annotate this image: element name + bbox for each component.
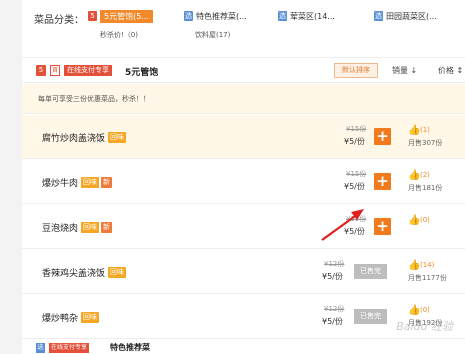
category-badge: 选 xyxy=(278,11,287,21)
category-label: 菜品分类： xyxy=(34,15,84,26)
original-price: ¥15份 xyxy=(346,215,367,223)
hui-tag: 回味 xyxy=(81,312,100,323)
category-item-drinks[interactable]: 饮料屋(17) xyxy=(195,30,230,40)
dish-name[interactable]: 香辣鸡尖盖浇饭 xyxy=(42,266,105,279)
category-item-special[interactable]: 选 特色推荐菜(... xyxy=(184,9,247,23)
like-count: (1) xyxy=(420,126,430,134)
section-title: 5元管饱 xyxy=(125,68,159,78)
dish-name[interactable]: 爆炒鸭杂 xyxy=(42,311,78,324)
original-price: ¥12份 xyxy=(324,305,345,313)
menu-page: 菜品分类： 5 5元管饱(5... 秒杀价!（0) 选 特色推荐菜(... 饮料… xyxy=(22,0,465,354)
sort-price-label: 价格 xyxy=(438,66,454,75)
category-item-label: 特色推荐菜(... xyxy=(196,11,247,21)
price: ¥5/份 xyxy=(344,227,365,236)
promo-notice-text: 每单可享受三份优惠菜品，秒杀！！ xyxy=(38,95,150,103)
original-price: ¥15份 xyxy=(346,125,367,133)
sort-arrow-icon: ↕ xyxy=(456,66,464,75)
category-badge: 选 xyxy=(374,11,383,21)
thumbs-up-icon: 👍 xyxy=(408,215,421,226)
add-to-cart-button[interactable]: + xyxy=(374,173,391,190)
category-item-label: 荤菜区(14... xyxy=(290,11,335,21)
new-tag: 新 xyxy=(101,177,113,188)
thumbs-up-icon: 👍 xyxy=(408,305,421,316)
hui-tag: 回味 xyxy=(81,222,100,233)
add-to-cart-button[interactable]: + xyxy=(374,218,391,235)
like-count: (0) xyxy=(420,306,430,314)
dish-row: 腐竹炒肉盖浇饭 回味 ¥15份 ¥5/份 + 👍 (1) 月售307份 xyxy=(22,115,465,159)
like-count: (2) xyxy=(420,171,430,179)
monthly-sales: 月售1177份 xyxy=(408,274,447,282)
section-badge: 选 xyxy=(36,343,45,353)
section-first-tag: 首 xyxy=(50,65,60,76)
section-title: 特色推荐菜 xyxy=(110,343,150,352)
category-badge: 5 xyxy=(88,11,97,21)
sort-arrow-icon: ↓ xyxy=(410,66,418,75)
price: ¥5/份 xyxy=(322,317,343,326)
category-item-5yuan[interactable]: 5 5元管饱(5... xyxy=(88,9,153,23)
price: ¥5/份 xyxy=(344,137,365,146)
category-item-meat[interactable]: 选 荤菜区(14... xyxy=(278,9,335,23)
monthly-sales: 月售181份 xyxy=(408,184,443,192)
online-pay-tag: 在线支付专享 xyxy=(49,343,90,353)
promo-notice: 每单可享受三份优惠菜品，秒杀！！ xyxy=(22,84,465,114)
dish-name-group: 豆泡烧肉 回味 新 xyxy=(42,221,113,234)
sort-default-button[interactable]: 默认排序 xyxy=(334,63,378,78)
section-header: 5 首 在线支付专享 5元管饱 默认排序 销量 ↓ 价格 ↕ xyxy=(22,57,465,83)
category-bar: 菜品分类： 5 5元管饱(5... 秒杀价!（0) 选 特色推荐菜(... 饮料… xyxy=(22,0,465,48)
watermark: Baidu 经验 xyxy=(396,320,453,333)
category-badge: 选 xyxy=(184,11,193,21)
sort-price-button[interactable]: 价格 ↕ xyxy=(438,65,463,76)
original-price: ¥15份 xyxy=(346,170,367,178)
thumbs-up-icon: 👍 xyxy=(408,125,421,136)
like-count: (14) xyxy=(420,261,435,269)
thumbs-up-icon: 👍 xyxy=(408,170,421,181)
dish-row: 爆炒牛肉 回味 新 ¥15份 ¥5/份 + 👍 (2) 月售181份 xyxy=(22,160,465,204)
hui-tag: 回味 xyxy=(108,132,127,143)
next-section-header: 选 在线支付专享 特色推荐菜 xyxy=(22,338,465,354)
thumbs-up-icon: 👍 xyxy=(408,260,421,271)
category-item-label: 田园蔬菜区(... xyxy=(386,11,437,21)
dish-name[interactable]: 爆炒牛肉 xyxy=(42,176,78,189)
section-badge: 5 xyxy=(36,65,46,76)
sold-out-button: 已售完 xyxy=(354,309,387,324)
dish-row: 香辣鸡尖盖浇饭 回味 ¥12份 ¥5/份 已售完 👍 (14) 月售1177份 xyxy=(22,250,465,294)
price: ¥5/份 xyxy=(344,182,365,191)
category-item-veg[interactable]: 选 田园蔬菜区(... xyxy=(374,9,437,23)
sort-sales-button[interactable]: 销量 ↓ xyxy=(392,65,417,76)
add-to-cart-button[interactable]: + xyxy=(374,128,391,145)
dish-row: 豆泡烧肉 回味 新 ¥15份 ¥5/份 + 👍 (0) xyxy=(22,205,465,249)
dish-name-group: 腐竹炒肉盖浇饭 回味 xyxy=(42,131,127,144)
hui-tag: 回味 xyxy=(108,267,127,278)
category-item-seckill[interactable]: 秒杀价!（0) xyxy=(100,30,138,40)
original-price: ¥12份 xyxy=(324,260,345,268)
price: ¥5/份 xyxy=(322,272,343,281)
dish-name[interactable]: 腐竹炒肉盖浇饭 xyxy=(42,131,105,144)
sort-sales-label: 销量 xyxy=(392,66,408,75)
dish-name-group: 爆炒牛肉 回味 新 xyxy=(42,176,113,189)
dish-name[interactable]: 豆泡烧肉 xyxy=(42,221,78,234)
category-item-label: 5元管饱(5... xyxy=(100,9,153,23)
dish-name-group: 香辣鸡尖盖浇饭 回味 xyxy=(42,266,127,279)
new-tag: 新 xyxy=(101,222,113,233)
sold-out-button: 已售完 xyxy=(354,264,387,279)
dish-name-group: 爆炒鸭杂 回味 xyxy=(42,311,100,324)
like-count: (0) xyxy=(420,216,430,224)
monthly-sales: 月售307份 xyxy=(408,139,443,147)
online-pay-tag: 在线支付专享 xyxy=(64,65,112,76)
hui-tag: 回味 xyxy=(81,177,100,188)
